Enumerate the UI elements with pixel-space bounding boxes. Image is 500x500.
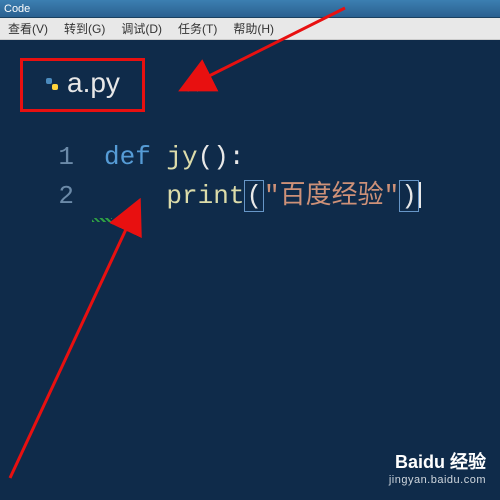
watermark: Baidu 经验 jingyan.baidu.com xyxy=(389,448,486,486)
line-number: 1 xyxy=(26,138,74,177)
text-cursor xyxy=(419,182,421,208)
tab-filename: a.py xyxy=(67,67,120,99)
squiggle-icon xyxy=(92,218,112,222)
code-line: 2 print("百度经验") xyxy=(26,177,500,216)
code-line: 1 def jy(): xyxy=(26,138,500,177)
menu-goto[interactable]: 转到(G) xyxy=(56,20,113,37)
code-editor[interactable]: 1 def jy(): 2 print("百度经验") xyxy=(0,100,500,216)
code-content[interactable]: def jy(): xyxy=(104,138,244,177)
menu-tasks[interactable]: 任务(T) xyxy=(170,20,225,37)
tab-active[interactable]: a.py ✕ xyxy=(20,58,201,112)
app-title: Code xyxy=(4,3,30,15)
tab-bar: a.py ✕ xyxy=(0,40,500,100)
watermark-url: jingyan.baidu.com xyxy=(389,474,486,486)
tab-highlight: a.py xyxy=(20,58,145,112)
menubar: 查看(V) 转到(G) 调试(D) 任务(T) 帮助(H) xyxy=(0,18,500,40)
python-file-icon xyxy=(45,76,59,90)
menu-debug[interactable]: 调试(D) xyxy=(113,20,170,37)
close-icon[interactable]: ✕ xyxy=(185,70,201,100)
watermark-brand: Baidu 经验 xyxy=(389,448,486,474)
menu-view[interactable]: 查看(V) xyxy=(0,20,56,37)
menu-help[interactable]: 帮助(H) xyxy=(225,20,282,37)
titlebar: Code xyxy=(0,0,500,18)
code-content[interactable]: print("百度经验") xyxy=(104,177,421,216)
line-number: 2 xyxy=(26,177,74,216)
